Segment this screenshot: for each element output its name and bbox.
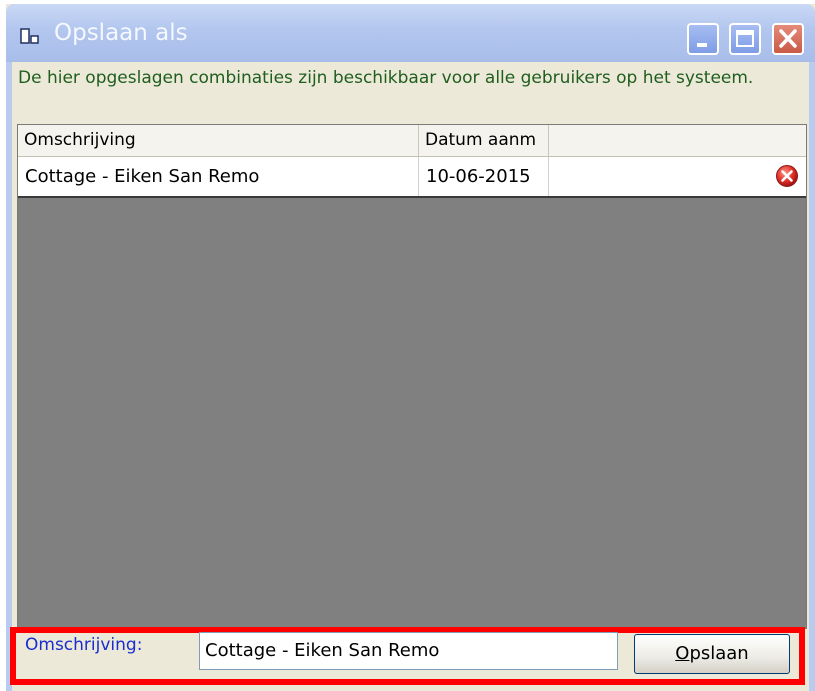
close-button[interactable] [772, 23, 804, 55]
window-frame-left [6, 62, 12, 691]
maximize-icon [736, 30, 754, 47]
cell-datum: 10-06-2015 [419, 157, 549, 196]
column-header-datum[interactable]: Datum aanm [419, 125, 549, 156]
column-header-omschrijving[interactable]: Omschrijving [18, 125, 419, 156]
info-text: De hier opgeslagen combinaties zijn besc… [18, 68, 754, 88]
column-header-empty[interactable] [549, 125, 806, 156]
omschrijving-input[interactable]: Cottage - Eiken San Remo [199, 632, 618, 670]
omschrijving-label: Omschrijving: [25, 635, 143, 655]
window-title: Opslaan als [54, 20, 188, 46]
save-button[interactable]: Opslaan [634, 634, 790, 674]
saved-combinations-list[interactable]: Omschrijving Datum aanm Cottage - Eiken … [17, 124, 807, 629]
delete-icon[interactable] [775, 164, 799, 188]
maximize-button[interactable] [729, 23, 761, 55]
save-button-accelerator: O [675, 643, 690, 664]
list-header: Omschrijving Datum aanm [18, 125, 806, 157]
window-frame-right [809, 62, 815, 691]
app-icon [20, 28, 39, 44]
save-button-label: pslaan [689, 643, 749, 664]
minimize-button[interactable] [687, 23, 719, 55]
minimize-icon [697, 43, 707, 47]
table-row[interactable]: Cottage - Eiken San Remo 10-06-2015 [18, 157, 806, 198]
title-bar[interactable]: Opslaan als [6, 4, 815, 62]
close-icon [779, 29, 797, 48]
cell-omschrijving: Cottage - Eiken San Remo [18, 157, 419, 196]
